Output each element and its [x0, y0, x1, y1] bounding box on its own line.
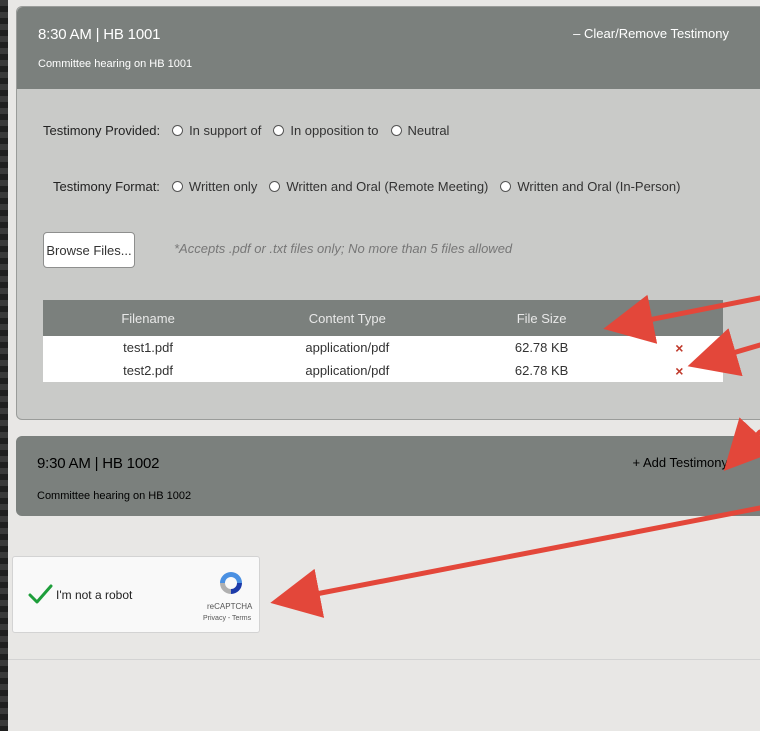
testimony-format-label: Testimony Format: — [53, 179, 160, 194]
radio-opposition[interactable]: In opposition to — [273, 123, 379, 138]
checkmark-icon[interactable] — [27, 581, 53, 607]
recaptcha-brand: reCAPTCHA — [207, 602, 253, 611]
cell-filename: test1.pdf — [123, 340, 173, 355]
radio-written-only[interactable]: Written only — [171, 179, 257, 194]
add-testimony-link[interactable]: + Add Testimony — [632, 455, 728, 470]
radio-support[interactable]: In support of — [172, 123, 261, 138]
hearing-subtitle: Committee hearing on HB 1002 — [37, 490, 192, 502]
header-filename: Filename — [121, 310, 175, 326]
radio-neutral[interactable]: Neutral — [390, 123, 449, 138]
footer-divider — [8, 659, 760, 660]
clear-remove-testimony-link[interactable]: – Clear/Remove Testimony — [573, 26, 729, 41]
recaptcha-widget: I'm not a robot reCAPTCHA Privacy - Term… — [12, 556, 260, 633]
cell-content-type: application/pdf — [305, 363, 390, 378]
radio-circle-icon[interactable] — [390, 125, 402, 136]
hearing-time: 9:30 AM | HB 1002 — [37, 455, 160, 472]
radio-circle-icon[interactable] — [273, 125, 285, 136]
uploaded-files-table: Filename Content Type File Size test1.pd… — [43, 300, 723, 382]
cell-filename: test2.pdf — [123, 363, 173, 378]
browse-files-button[interactable]: Browse Files... — [43, 232, 135, 268]
hearing-card-hb1002: 9:30 AM | HB 1002 Committee hearing on H… — [16, 436, 760, 516]
window-edge — [0, 0, 8, 731]
upload-hint: *Accepts .pdf or .txt files only; No mor… — [174, 241, 513, 256]
cell-file-size: 62.78 KB — [514, 363, 569, 378]
radio-circle-icon[interactable] — [500, 181, 512, 192]
remove-file-icon[interactable]: × — [675, 340, 683, 356]
table-row: test1.pdf application/pdf 62.78 KB × — [43, 336, 723, 359]
cell-file-size: 62.78 KB — [514, 340, 569, 355]
header-content-type: Content Type — [308, 310, 386, 326]
header-file-size: File Size — [516, 310, 567, 326]
recaptcha-label: I'm not a robot — [56, 588, 133, 602]
recaptcha-logo-icon — [220, 572, 242, 594]
testimony-provided-label: Testimony Provided: — [43, 123, 161, 138]
recaptcha-privacy-terms-link[interactable]: Privacy - Terms — [203, 615, 251, 622]
radio-written-oral-remote[interactable]: Written and Oral (Remote Meeting) — [269, 179, 488, 194]
testimony-provided-row: Testimony Provided: In support of In opp… — [43, 123, 461, 138]
table-row: test2.pdf application/pdf 62.78 KB × — [43, 359, 723, 382]
remove-file-icon[interactable]: × — [675, 363, 683, 379]
testimony-format-row: Testimony Format: Written only Written a… — [53, 179, 692, 194]
table-body: test1.pdf application/pdf 62.78 KB × tes… — [43, 336, 723, 382]
table-header: Filename Content Type File Size — [43, 300, 723, 336]
hearing-card-hb1001: 8:30 AM | HB 1001 Committee hearing on H… — [16, 6, 760, 420]
radio-circle-icon[interactable] — [171, 181, 183, 192]
radio-written-oral-in-person[interactable]: Written and Oral (In-Person) — [500, 179, 680, 194]
radio-circle-icon[interactable] — [172, 125, 184, 136]
radio-circle-icon[interactable] — [269, 181, 281, 192]
hearing-time: 8:30 AM | HB 1001 — [38, 26, 161, 43]
hearing-header: 8:30 AM | HB 1001 Committee hearing on H… — [17, 7, 760, 89]
cell-content-type: application/pdf — [305, 340, 390, 355]
hearing-subtitle: Committee hearing on HB 1001 — [38, 58, 193, 70]
